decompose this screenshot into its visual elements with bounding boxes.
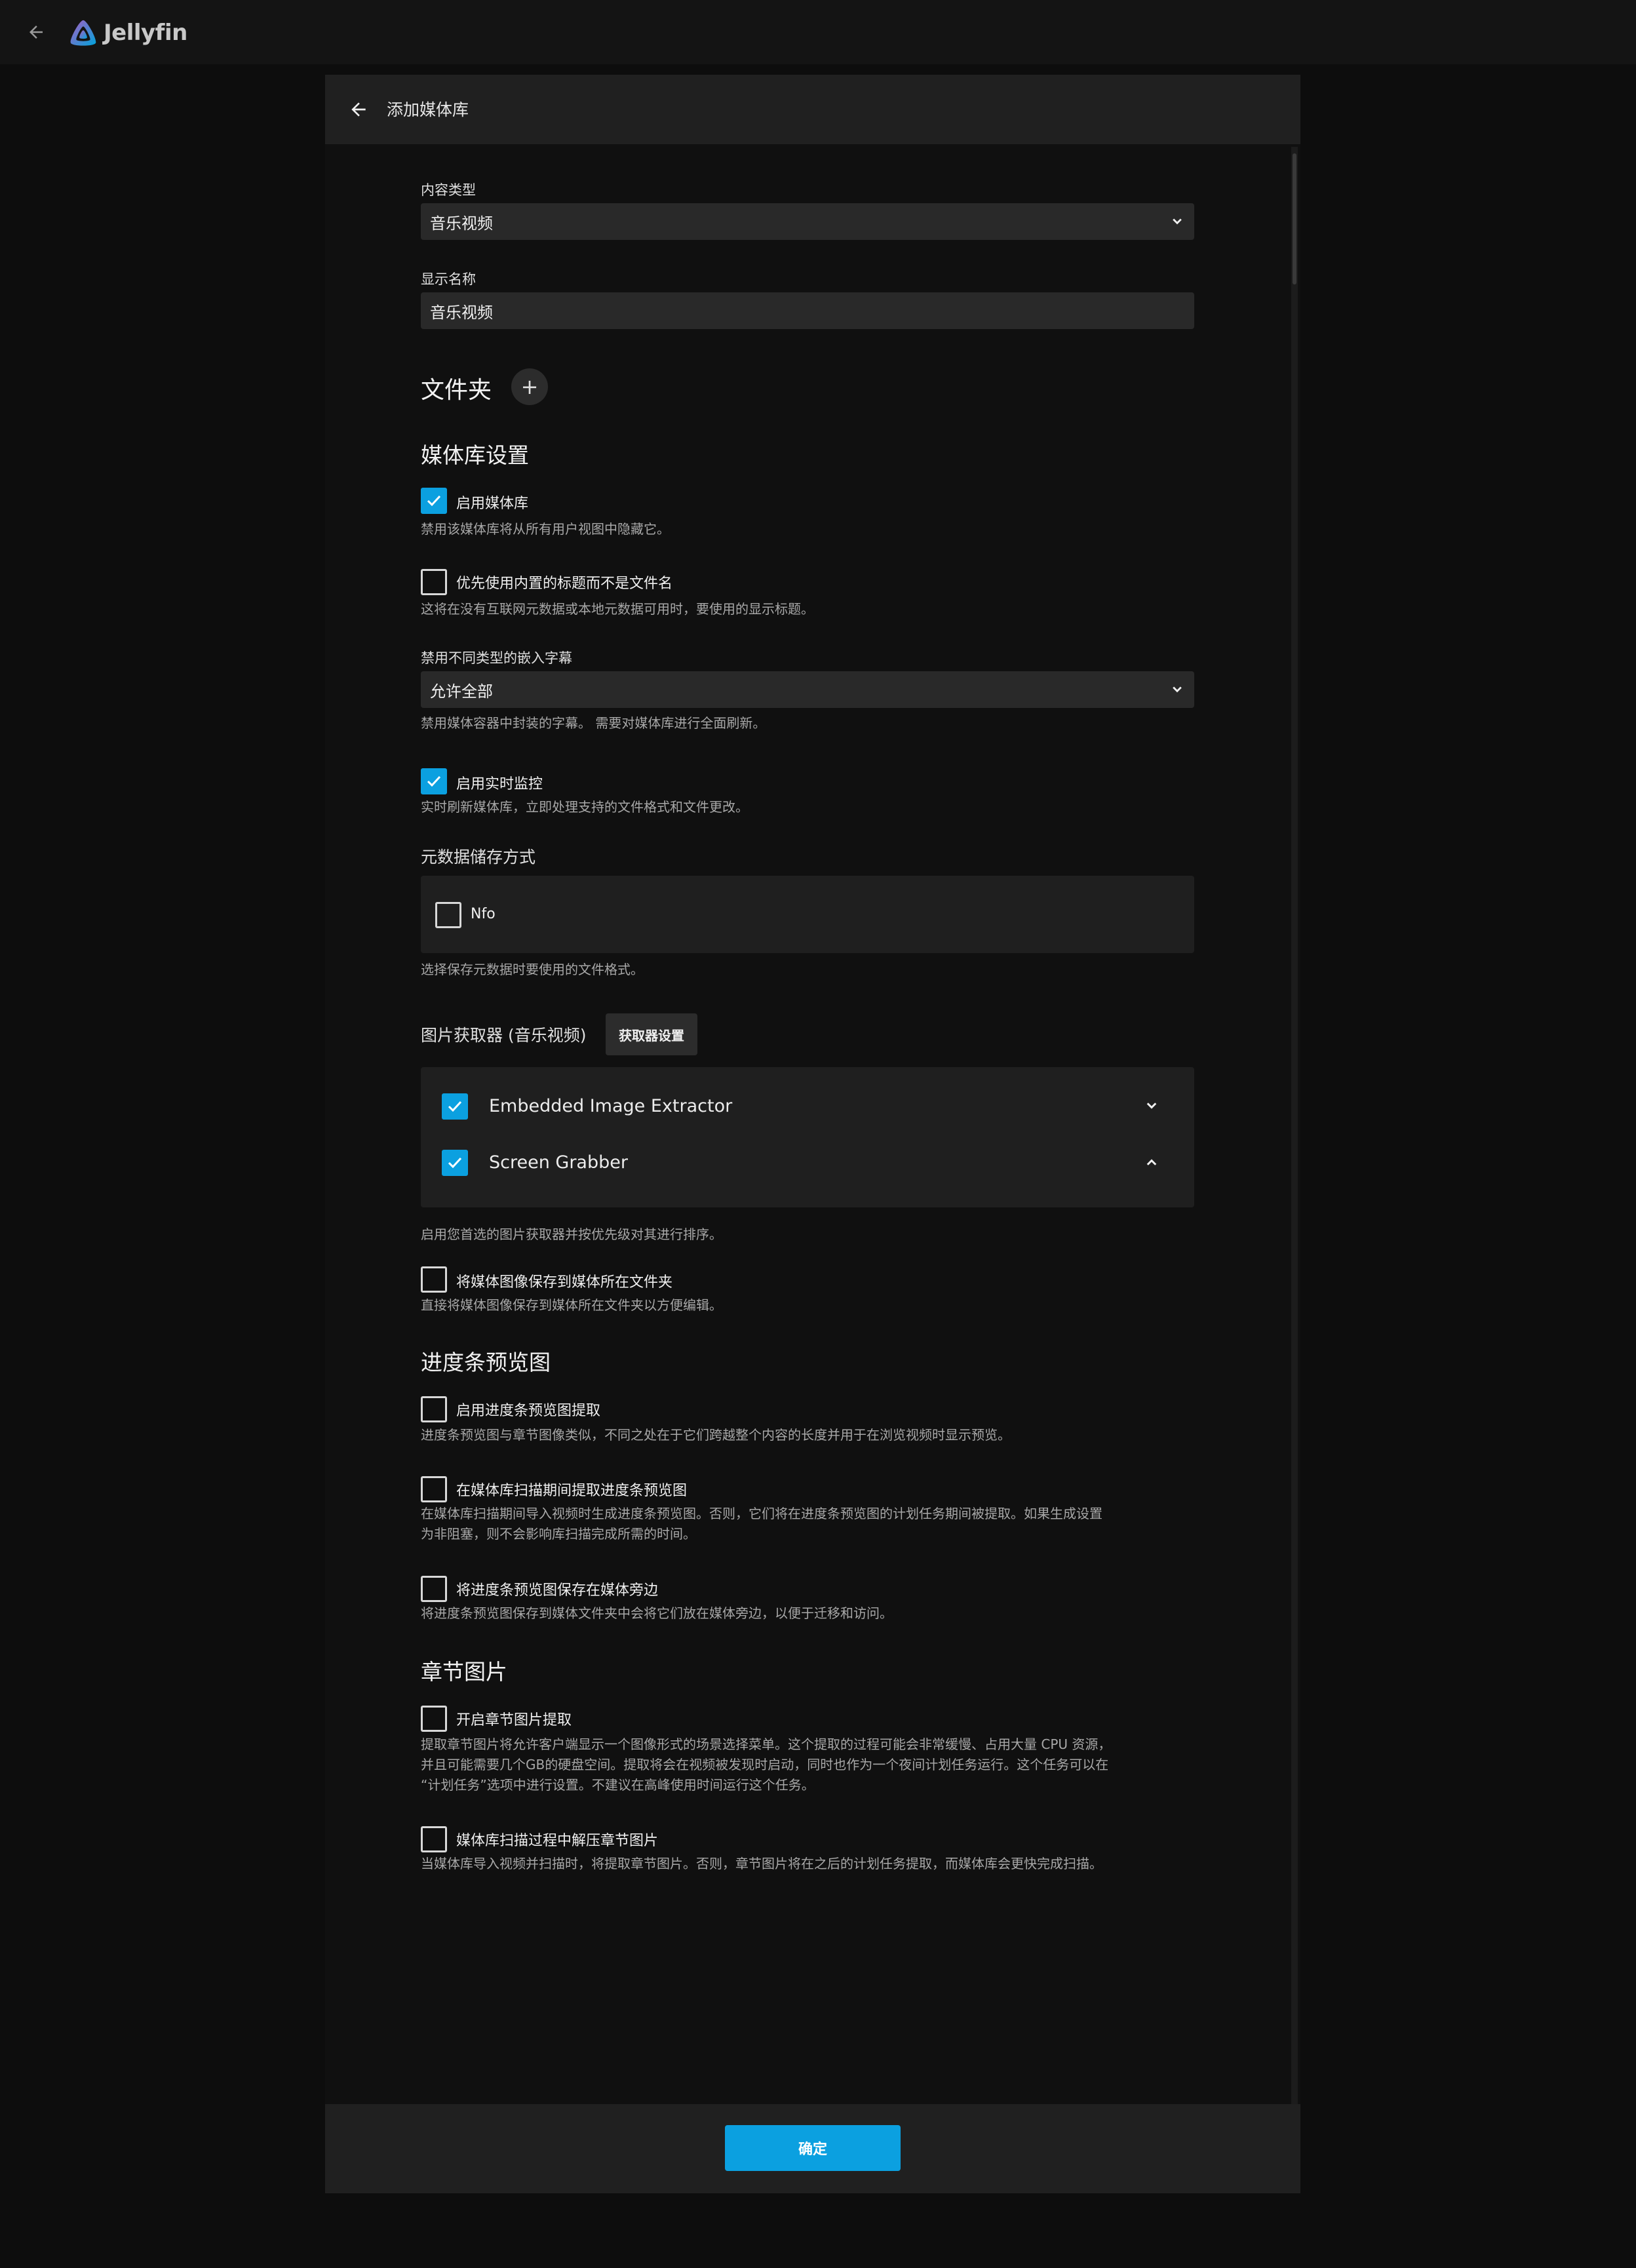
enable-trickplay-checkbox[interactable] [421,1396,447,1422]
jellyfin-logo-icon [70,20,96,46]
chapter-images-during-scan-label: 媒体库扫描过程中解压章节图片 [456,1833,659,1849]
enable-chapter-images-help: 提取章节图片将允许客户端显示一个图像形式的场景选择菜单。这个提取的过程可能会非常… [421,1736,1112,1752]
trickplay-during-scan-label: 在媒体库扫描期间提取进度条预览图 [456,1483,688,1499]
check-icon [427,775,441,787]
chapter-images-during-scan-help: 当媒体库导入视频并扫描时，将提取章节图片。否则，章节图片将在之后的计划任务提取，… [421,1856,1102,1871]
chevron-down-icon[interactable] [1142,1096,1161,1116]
dialog-scrollbar[interactable] [1291,147,1298,2107]
chevron-down-icon [1173,686,1182,693]
nfo-label: Nfo [471,906,496,922]
metadata-savers-label: 元数据储存方式 [421,848,536,867]
realtime-monitor-help: 实时刷新媒体库，立即处理支持的文件格式和文件更改。 [421,799,749,815]
nfo-checkbox[interactable] [435,902,461,928]
trickplay-save-local-help: 将进度条预览图保存到媒体文件夹中会将它们放在媒体旁边，以便于迁移和访问。 [421,1605,893,1621]
dialog-header: 添加媒体库 [325,75,1300,144]
metadata-savers-help: 选择保存元数据时要使用的文件格式。 [421,962,644,977]
prefer-embedded-titles-help: 这将在没有互联网元数据或本地元数据可用时，要使用的显示标题。 [421,601,814,617]
enable-library-help: 禁用该媒体库将从所有用户视图中隐藏它。 [421,521,670,537]
prefer-embedded-titles-checkbox[interactable] [421,569,447,595]
save-local-images-label: 将媒体图像保存到媒体所在文件夹 [456,1274,673,1291]
prefer-embedded-titles-label: 优先使用内置的标题而不是文件名 [456,576,673,592]
image-fetchers-list: Embedded Image Extractor Screen Grabber [421,1067,1194,1207]
trickplay-heading: 进度条预览图 [421,1350,551,1375]
enable-trickplay-label: 启用进度条预览图提取 [456,1403,601,1419]
chevron-up-icon[interactable] [1142,1152,1161,1172]
enable-chapter-images-help: 并且可能需要几个GB的硬盘空间。提取将会在视频被发现时启动，同时也作为一个夜间计… [421,1757,1109,1772]
embedded-image-extractor-checkbox[interactable] [442,1093,468,1120]
plus-icon: + [520,374,539,399]
metadata-savers-box: Nfo [421,876,1194,953]
check-icon [427,495,441,507]
add-folder-button[interactable]: + [511,368,548,405]
realtime-monitor-checkbox[interactable] [421,768,447,794]
trickplay-save-local-label: 将进度条预览图保存在媒体旁边 [456,1582,659,1599]
image-fetchers-label: 图片获取器 (音乐视频) [421,1026,587,1045]
scrollbar-thumb[interactable] [1293,153,1296,284]
check-icon [448,1101,462,1112]
enable-trickplay-help: 进度条预览图与章节图像类似，不同之处在于它们跨越整个内容的长度并用于在浏览视频时… [421,1427,1011,1443]
chevron-down-icon [1173,218,1182,225]
save-local-images-checkbox[interactable] [421,1266,447,1293]
enable-library-checkbox[interactable] [421,488,447,514]
content-type-value: 音乐视频 [430,214,493,233]
enable-chapter-images-checkbox[interactable] [421,1706,447,1732]
folders-heading: 文件夹 [421,377,492,404]
app-header: Jellyfin [0,0,1636,64]
disable-subtitles-select[interactable]: 允许全部 [421,671,1194,708]
enable-chapter-images-label: 开启章节图片提取 [456,1712,572,1729]
embedded-image-extractor-label: Embedded Image Extractor [489,1096,733,1116]
ok-button[interactable]: 确定 [725,2125,901,2171]
screen-grabber-checkbox[interactable] [442,1150,468,1176]
enable-library-label: 启用媒体库 [456,496,529,512]
chapter-images-during-scan-checkbox[interactable] [421,1826,447,1852]
library-settings-heading: 媒体库设置 [421,442,529,468]
dialog-title: 添加媒体库 [387,100,469,119]
chapter-images-heading: 章节图片 [421,1659,507,1685]
display-name-value: 音乐视频 [430,303,493,322]
fetcher-settings-button[interactable]: 获取器设置 [606,1013,697,1055]
dialog-back-arrow-icon[interactable] [343,94,374,125]
jellyfin-logo[interactable]: Jellyfin [68,14,187,51]
display-name-label: 显示名称 [421,271,476,287]
disable-subtitles-label: 禁用不同类型的嵌入字幕 [421,650,572,666]
display-name-field[interactable]: 音乐视频 [421,292,1194,329]
save-local-images-help: 直接将媒体图像保存到媒体所在文件夹以方便编辑。 [421,1297,722,1313]
image-fetchers-help: 启用您首选的图片获取器并按优先级对其进行排序。 [421,1226,722,1242]
disable-subtitles-value: 允许全部 [430,682,493,701]
disable-subtitles-help: 禁用媒体容器中封装的字幕。 需要对媒体库进行全面刷新。 [421,715,766,731]
app-name: Jellyfin [104,20,187,46]
screen-grabber-label: Screen Grabber [489,1152,628,1173]
add-library-dialog: 添加媒体库 内容类型 音乐视频 显示名称 音乐视频 文件夹 + 媒体库设置 启用… [325,75,1300,2193]
content-type-select[interactable]: 音乐视频 [421,203,1194,240]
back-arrow-icon[interactable] [22,18,50,46]
realtime-monitor-label: 启用实时监控 [456,776,543,792]
trickplay-during-scan-help: 为非阻塞，则不会影响库扫描完成所需的时间。 [421,1526,696,1542]
trickplay-during-scan-checkbox[interactable] [421,1476,447,1502]
dialog-footer: 确定 [325,2104,1300,2193]
check-icon [448,1157,462,1169]
enable-chapter-images-help: “计划任务”选项中进行设置。不建议在高峰使用时间运行这个任务。 [421,1777,815,1793]
trickplay-save-local-checkbox[interactable] [421,1576,447,1602]
content-type-label: 内容类型 [421,182,476,198]
trickplay-during-scan-help: 在媒体库扫描期间导入视频时生成进度条预览图。否则，它们将在进度条预览图的计划任务… [421,1506,1102,1521]
